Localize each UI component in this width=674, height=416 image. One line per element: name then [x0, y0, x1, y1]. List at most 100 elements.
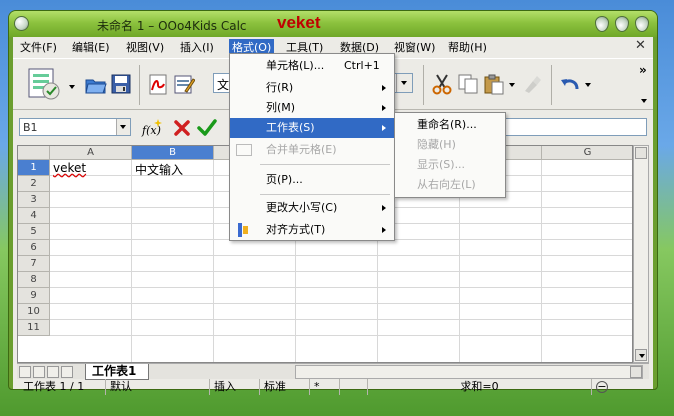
new-document-icon[interactable]	[23, 65, 65, 103]
paste-icon[interactable]	[483, 73, 505, 95]
app-icon[interactable]	[14, 16, 29, 31]
row-header[interactable]: 10	[18, 304, 50, 320]
zoom-out-icon[interactable]: −	[596, 381, 608, 393]
close-document-icon[interactable]: ✕	[635, 38, 646, 53]
row-header[interactable]: 5	[18, 224, 50, 240]
minimize-icon[interactable]	[595, 16, 609, 32]
menu-item-sheet-label: 工作表(S)	[266, 121, 315, 134]
row-header[interactable]: 8	[18, 272, 50, 288]
sheet-submenu: 重命名(R)... 隐藏(H) 显示(S)... 从右向左(L)	[394, 112, 506, 198]
name-box[interactable]: B1	[19, 118, 131, 136]
menu-edit[interactable]: 编辑(E)	[69, 39, 113, 56]
scroll-up-button[interactable]	[635, 147, 647, 159]
title-bar[interactable]: 未命名 1 – OOo4Kids Calc veket	[9, 11, 657, 37]
menu-window[interactable]: 视窗(W)	[391, 39, 438, 56]
submenu-item-show[interactable]: 显示(S)...	[417, 155, 465, 175]
toolbar-separator	[423, 65, 424, 105]
submenu-item-right-to-left[interactable]: 从右向左(L)	[417, 175, 476, 195]
undo-dropdown-arrow-icon[interactable]	[585, 83, 591, 87]
grid-line	[131, 160, 132, 362]
name-box-dropdown[interactable]	[116, 119, 130, 135]
submenu-arrow-icon	[382, 85, 386, 91]
menu-item-cells-label: 单元格(L)...	[266, 59, 325, 72]
menu-item-merge-cells[interactable]: 合并单元格(E)	[230, 140, 394, 160]
edit-document-icon[interactable]	[173, 73, 196, 95]
row-header[interactable]: 11	[18, 320, 50, 336]
submenu-item-rename[interactable]: 重命名(R)...	[417, 115, 477, 135]
row-header[interactable]: 6	[18, 240, 50, 256]
function-wizard-icon[interactable]: f(x)	[141, 117, 165, 139]
row-header[interactable]: 4	[18, 208, 50, 224]
menu-item-merge-cells-label: 合并单元格(E)	[266, 143, 337, 156]
zoom-slider[interactable]: −	[591, 379, 651, 395]
last-sheet-button[interactable]	[61, 366, 73, 378]
menu-item-cells[interactable]: 单元格(L)... Ctrl+1	[230, 56, 394, 76]
menu-item-change-case[interactable]: 更改大小写(C)	[230, 198, 394, 218]
copy-icon[interactable]	[457, 73, 479, 95]
first-sheet-button[interactable]	[19, 366, 31, 378]
export-pdf-icon[interactable]	[147, 73, 169, 95]
row-header[interactable]: 1	[18, 160, 50, 176]
menu-item-row[interactable]: 行(R)	[230, 78, 394, 98]
status-modified: *	[309, 379, 335, 395]
undo-icon[interactable]	[559, 73, 581, 95]
clone-formatting-icon[interactable]	[521, 73, 543, 95]
new-dropdown-arrow-icon[interactable]	[69, 85, 75, 89]
cell-a1[interactable]: veket	[53, 161, 86, 175]
row-header[interactable]: 7	[18, 256, 50, 272]
menu-view[interactable]: 视图(V)	[123, 39, 167, 56]
grid-line	[213, 160, 214, 362]
status-page-style[interactable]: 默认	[105, 379, 205, 395]
menu-item-alignment[interactable]: 对齐方式(T)	[230, 220, 394, 240]
status-bar: 工作表 1 / 1 默认 插入 标准 * 求和=0 −	[13, 379, 653, 395]
close-icon[interactable]	[635, 16, 649, 32]
sheet-tab[interactable]: 工作表1	[85, 364, 149, 380]
menu-item-cells-shortcut: Ctrl+1	[344, 59, 380, 72]
next-sheet-button[interactable]	[47, 366, 59, 378]
menu-item-page[interactable]: 页(P)...	[230, 170, 394, 190]
menu-help[interactable]: 帮助(H)	[445, 39, 490, 56]
vertical-scrollbar[interactable]	[633, 145, 649, 363]
column-header-b[interactable]: B	[132, 146, 214, 160]
row-header[interactable]: 2	[18, 176, 50, 192]
status-signature	[339, 379, 363, 395]
scroll-down-button[interactable]	[635, 349, 647, 361]
cut-icon[interactable]	[431, 73, 453, 95]
grid-line	[50, 271, 632, 272]
scroll-right-button[interactable]	[630, 366, 642, 378]
toolbar-options-icon[interactable]	[641, 99, 647, 103]
toolbar-overflow-icon[interactable]: »	[639, 63, 647, 77]
cancel-icon[interactable]	[173, 119, 191, 137]
submenu-item-hide[interactable]: 隐藏(H)	[417, 135, 456, 155]
column-header-g[interactable]: G	[542, 146, 632, 160]
grid-line	[50, 255, 632, 256]
submenu-arrow-icon	[382, 227, 386, 233]
toolbar-separator	[139, 65, 140, 105]
user-label: veket	[277, 13, 321, 32]
paste-dropdown-arrow-icon[interactable]	[509, 83, 515, 87]
cell-b1[interactable]: 中文输入	[135, 161, 183, 178]
status-insert-mode[interactable]: 插入	[209, 379, 255, 395]
grid-line	[50, 303, 632, 304]
menu-file[interactable]: 文件(F)	[17, 39, 60, 56]
chevron-down-icon	[120, 125, 126, 129]
accept-icon[interactable]	[197, 119, 217, 137]
previous-sheet-button[interactable]	[33, 366, 45, 378]
row-header[interactable]: 3	[18, 192, 50, 208]
toolbar-separator	[551, 65, 552, 105]
font-combo-dropdown[interactable]	[396, 74, 412, 92]
status-sheet-info: 工作表 1 / 1	[23, 380, 85, 393]
save-icon[interactable]	[111, 73, 131, 95]
horizontal-scrollbar[interactable]	[295, 365, 643, 379]
column-header-a[interactable]: A	[50, 146, 132, 160]
select-all-corner[interactable]	[18, 146, 50, 160]
row-header[interactable]: 9	[18, 288, 50, 304]
menu-item-sheet[interactable]: 工作表(S)	[230, 118, 394, 138]
menu-insert[interactable]: 插入(I)	[177, 39, 217, 56]
maximize-icon[interactable]	[615, 16, 629, 32]
submenu-arrow-icon	[382, 205, 386, 211]
menu-item-change-case-label: 更改大小写(C)	[266, 201, 338, 214]
open-folder-icon[interactable]	[85, 75, 107, 95]
status-selection-mode[interactable]: 标准	[259, 379, 305, 395]
menu-item-column[interactable]: 列(M)	[230, 98, 394, 118]
